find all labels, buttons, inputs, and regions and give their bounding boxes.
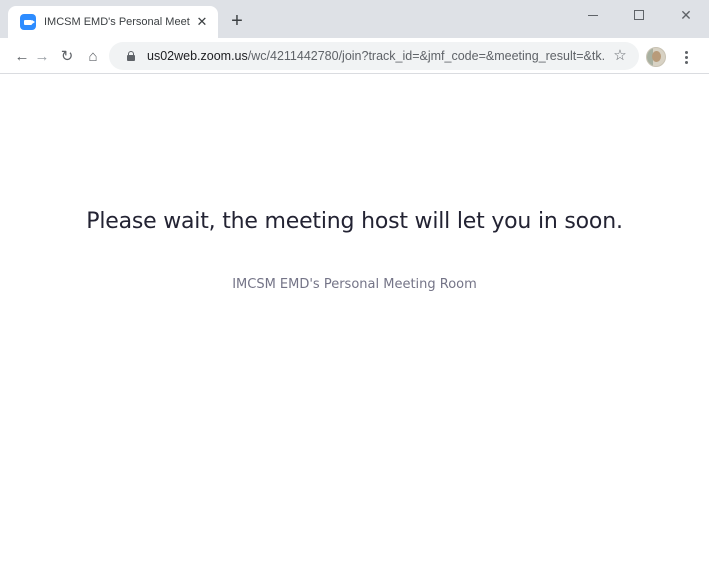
forward-button[interactable]: →: [30, 44, 54, 68]
browser-window: IMCSM EMD's Personal Meeting Room ✕ + ✕ …: [0, 0, 709, 573]
browser-toolbar: ← → ↻ ⌂ us02web.zoom.us/wc/4211442780/jo…: [0, 38, 709, 74]
zoom-camera-icon: [20, 14, 36, 30]
tab-strip: IMCSM EMD's Personal Meeting Room ✕ + ✕: [0, 0, 709, 38]
browser-menu-kebab-icon[interactable]: [676, 46, 696, 68]
minimize-icon: [588, 14, 598, 16]
meeting-room-name: IMCSM EMD's Personal Meeting Room: [232, 277, 477, 292]
reload-button[interactable]: ↻: [55, 44, 79, 68]
waiting-message: Please wait, the meeting host will let y…: [86, 209, 623, 234]
tab-zoom-meeting[interactable]: IMCSM EMD's Personal Meeting Room ✕: [8, 6, 218, 38]
maximize-button[interactable]: [616, 0, 662, 30]
address-bar[interactable]: us02web.zoom.us/wc/4211442780/join?track…: [109, 42, 639, 70]
maximize-icon: [634, 10, 644, 20]
tab-close-icon[interactable]: ✕: [194, 14, 210, 30]
home-button[interactable]: ⌂: [81, 44, 105, 68]
page-content: Please wait, the meeting host will let y…: [0, 75, 709, 573]
url-host: us02web.zoom.us: [147, 49, 248, 63]
minimize-button[interactable]: [570, 0, 616, 30]
lock-icon[interactable]: [127, 51, 135, 61]
new-tab-button[interactable]: +: [226, 11, 248, 33]
close-window-button[interactable]: ✕: [663, 0, 709, 30]
profile-avatar[interactable]: [646, 47, 666, 67]
bookmark-star-icon[interactable]: ☆: [611, 47, 629, 65]
url-path: /wc/4211442780/join?track_id=&jmf_code=&…: [247, 49, 605, 63]
url-text[interactable]: us02web.zoom.us/wc/4211442780/join?track…: [147, 49, 605, 63]
tab-title: IMCSM EMD's Personal Meeting Room: [44, 16, 190, 28]
